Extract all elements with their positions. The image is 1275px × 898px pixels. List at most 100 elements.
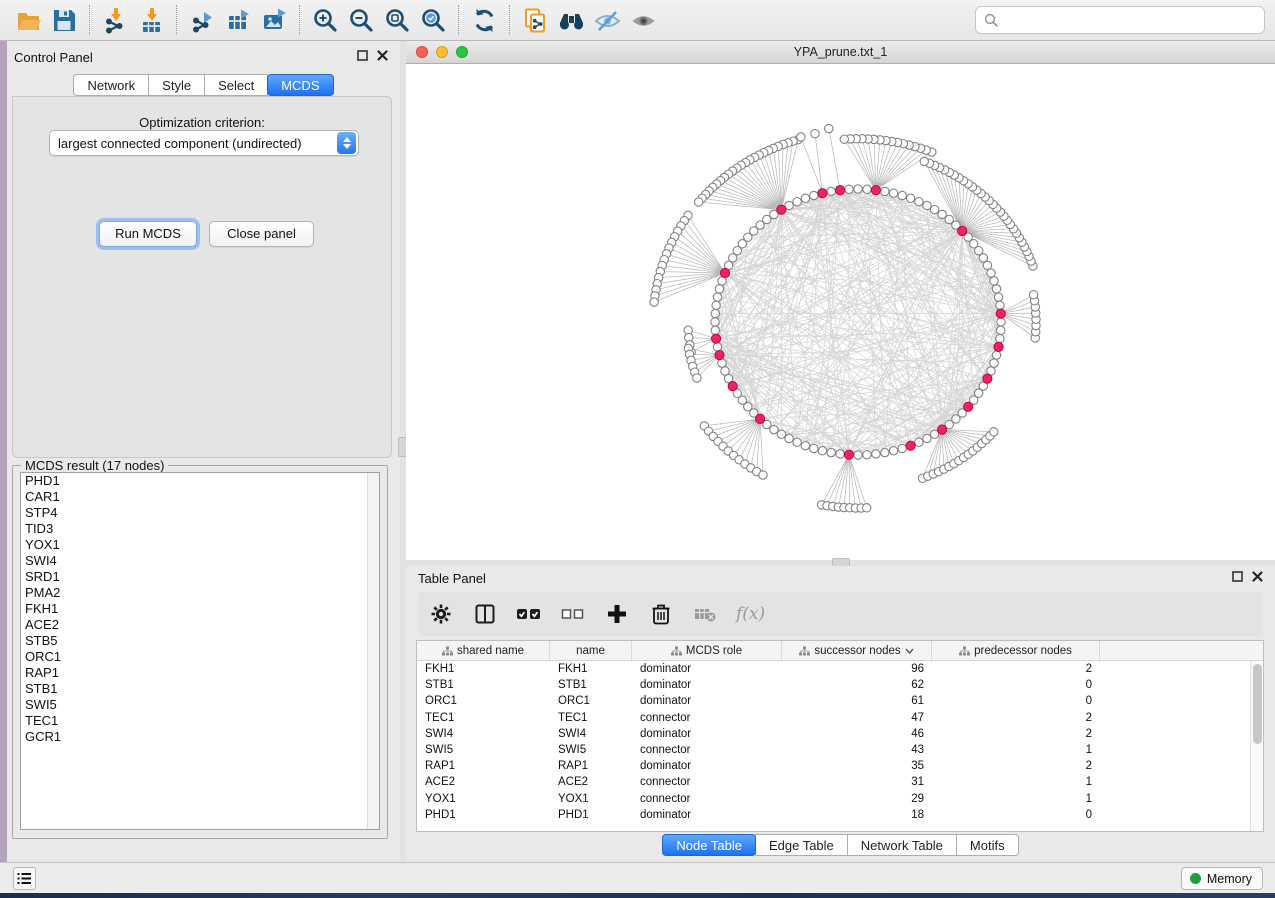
- criterion-select[interactable]: largest connected component (undirected): [49, 130, 359, 156]
- mcds-result-list[interactable]: PHD1CAR1STP4TID3YOX1SWI4SRD1PMA2FKH1ACE2…: [20, 472, 380, 830]
- mcds-result-node[interactable]: ORC1: [21, 649, 379, 665]
- table-cell: 61: [782, 695, 932, 707]
- close-panel-icon[interactable]: [377, 50, 388, 61]
- show-hide-graphics-button[interactable]: [589, 3, 625, 37]
- tab-select[interactable]: Select: [204, 74, 268, 96]
- zoom-out-button[interactable]: [343, 3, 379, 37]
- mcds-result-node[interactable]: PHD1: [21, 473, 379, 489]
- close-panel-icon[interactable]: [1252, 571, 1263, 582]
- mcds-result-node[interactable]: PMA2: [21, 585, 379, 601]
- table-cell: SWI5: [550, 744, 632, 756]
- mcds-result-node[interactable]: TEC1: [21, 713, 379, 729]
- mcds-result-node[interactable]: CAR1: [21, 489, 379, 505]
- export-image-icon: [261, 7, 288, 34]
- function-builder-button-disabled[interactable]: f(x): [736, 604, 765, 624]
- column-header-predecessor-nodes[interactable]: predecessor nodes: [932, 641, 1100, 660]
- column-header-name[interactable]: name: [550, 641, 632, 660]
- table-scrollbar[interactable]: [1250, 661, 1263, 831]
- table-row[interactable]: RAP1RAP1dominator352: [417, 758, 1263, 774]
- status-bar: Memory: [0, 862, 1275, 893]
- clone-network-icon: [522, 7, 549, 34]
- table-cell: RAP1: [550, 760, 632, 772]
- mcds-result-node[interactable]: RAP1: [21, 665, 379, 681]
- memory-button[interactable]: Memory: [1181, 867, 1263, 890]
- mcds-list-scrollbar[interactable]: [367, 473, 379, 829]
- search-input[interactable]: [999, 13, 1256, 28]
- mcds-result-title: MCDS result (17 nodes): [21, 458, 168, 473]
- import-network-button[interactable]: [97, 3, 133, 37]
- table-row[interactable]: ORC1ORC1dominator610: [417, 693, 1263, 709]
- run-mcds-button[interactable]: Run MCDS: [99, 221, 197, 247]
- table-cell: 1: [932, 744, 1100, 756]
- table-row[interactable]: SWI4SWI4dominator462: [417, 726, 1263, 742]
- eye-slash-icon: [593, 7, 622, 34]
- toolbar-separator: [89, 5, 90, 35]
- table-cell: 47: [782, 712, 932, 724]
- table-row[interactable]: PHD1PHD1dominator180: [417, 807, 1263, 823]
- show-column-panel-button[interactable]: [472, 601, 498, 627]
- tab-style[interactable]: Style: [148, 74, 205, 96]
- save-session-button[interactable]: [46, 3, 82, 37]
- table-cell: dominator: [632, 663, 782, 675]
- open-session-button[interactable]: [10, 3, 46, 37]
- search-box[interactable]: [975, 6, 1265, 34]
- mcds-result-node[interactable]: GCR1: [21, 729, 379, 745]
- table-row[interactable]: FKH1FKH1dominator962: [417, 661, 1263, 677]
- mcds-result-node[interactable]: SWI4: [21, 553, 379, 569]
- delete-table-button-disabled[interactable]: [692, 601, 718, 627]
- tab-network[interactable]: Network: [73, 74, 149, 96]
- deselect-all-rows-button[interactable]: [560, 601, 586, 627]
- network-canvas[interactable]: [406, 64, 1275, 560]
- column-header-MCDS-role[interactable]: MCDS role: [632, 641, 782, 660]
- float-window-icon[interactable]: [1232, 571, 1243, 582]
- mcds-result-node[interactable]: STB5: [21, 633, 379, 649]
- mcds-result-node[interactable]: SWI5: [21, 697, 379, 713]
- tab-motifs[interactable]: Motifs: [956, 834, 1019, 856]
- table-cell: 62: [782, 679, 932, 691]
- table-row[interactable]: ACE2ACE2connector311: [417, 774, 1263, 790]
- zoom-in-button[interactable]: [307, 3, 343, 37]
- select-all-rows-button[interactable]: [516, 601, 542, 627]
- export-network-button[interactable]: [184, 3, 220, 37]
- tab-edge-table[interactable]: Edge Table: [755, 834, 848, 856]
- table-cell: SWI5: [417, 744, 550, 756]
- column-tree-icon: [442, 646, 453, 656]
- mcds-result-node[interactable]: YOX1: [21, 537, 379, 553]
- create-column-button[interactable]: [604, 601, 630, 627]
- table-toolbar: f(x): [418, 592, 1263, 636]
- eye-preview-button[interactable]: [625, 3, 661, 37]
- mcds-result-node[interactable]: STP4: [21, 505, 379, 521]
- mcds-result-node[interactable]: STB1: [21, 681, 379, 697]
- mcds-result-node[interactable]: FKH1: [21, 601, 379, 617]
- import-table-button[interactable]: [133, 3, 169, 37]
- zoom-fit-button[interactable]: [379, 3, 415, 37]
- column-header-shared-name[interactable]: shared name: [417, 641, 550, 660]
- mcds-result-node[interactable]: SRD1: [21, 569, 379, 585]
- table-panel: Table Panel f(x) shared namenameMCDS rol…: [406, 566, 1275, 862]
- column-header-successor-nodes[interactable]: successor nodes: [782, 641, 932, 660]
- delete-column-button[interactable]: [648, 601, 674, 627]
- refresh-view-button[interactable]: [466, 3, 502, 37]
- refresh-icon: [471, 7, 498, 34]
- zoom-selected-button[interactable]: [415, 3, 451, 37]
- export-image-button[interactable]: [256, 3, 292, 37]
- search-binoculars-button[interactable]: [553, 3, 589, 37]
- table-row[interactable]: SWI5SWI5connector431: [417, 742, 1263, 758]
- zoom-out-icon: [348, 7, 375, 34]
- export-table-button[interactable]: [220, 3, 256, 37]
- network-window-titlebar[interactable]: YPA_prune.txt_1: [406, 41, 1275, 64]
- tab-node-table[interactable]: Node Table: [662, 834, 756, 856]
- table-row[interactable]: YOX1YOX1connector291: [417, 791, 1263, 807]
- table-row[interactable]: TEC1TEC1connector472: [417, 710, 1263, 726]
- table-scrollbar-thumb[interactable]: [1253, 664, 1262, 744]
- close-panel-button[interactable]: Close panel: [209, 221, 314, 247]
- table-settings-button[interactable]: [428, 601, 454, 627]
- float-window-icon[interactable]: [357, 50, 368, 61]
- mcds-result-node[interactable]: TID3: [21, 521, 379, 537]
- mcds-result-node[interactable]: ACE2: [21, 617, 379, 633]
- tab-mcds[interactable]: MCDS: [267, 74, 333, 96]
- show-panels-list-button[interactable]: [13, 867, 36, 890]
- clone-network-button[interactable]: [517, 3, 553, 37]
- tab-network-table[interactable]: Network Table: [847, 834, 957, 856]
- table-row[interactable]: STB1STB1dominator620: [417, 677, 1263, 693]
